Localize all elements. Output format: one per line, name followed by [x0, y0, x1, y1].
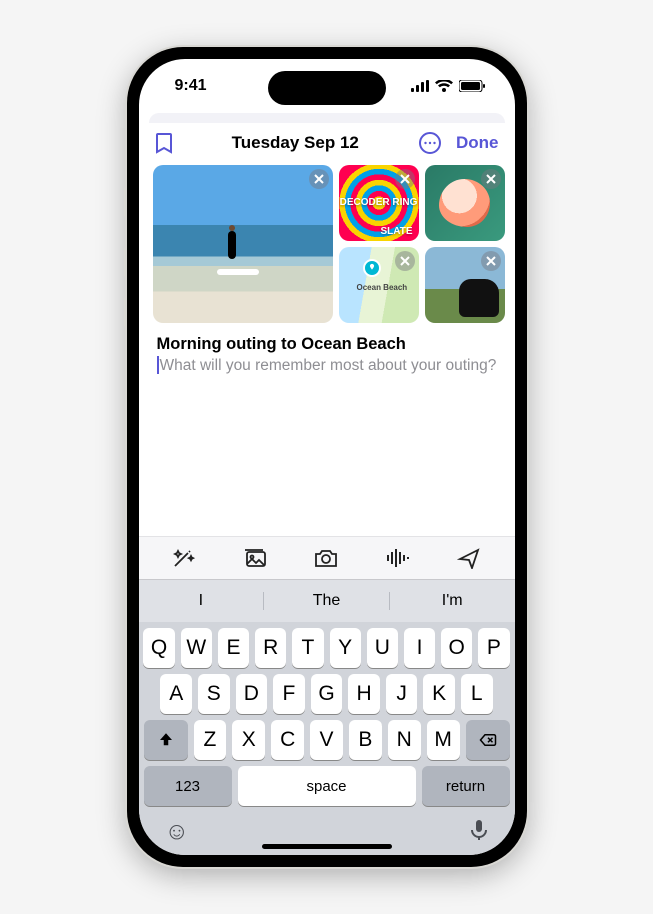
phone-frame: 9:41 Tuesday Sep 12 Done	[127, 47, 527, 867]
key-row: 123 space return	[139, 760, 515, 806]
map-pin-icon	[363, 259, 381, 277]
photo-stack-icon	[242, 547, 268, 569]
attachment-photo-dog[interactable]	[425, 247, 505, 323]
waveform-icon	[385, 547, 411, 569]
remove-attachment-button[interactable]	[395, 251, 415, 271]
predictive-suggestion[interactable]: I'm	[389, 592, 515, 610]
predictive-suggestion[interactable]: The	[263, 592, 389, 610]
letter-key[interactable]: Y	[330, 628, 361, 668]
entry-toolbar	[139, 536, 515, 580]
dynamic-island	[268, 71, 386, 105]
numbers-key[interactable]: 123	[144, 766, 232, 806]
more-button[interactable]	[418, 131, 442, 155]
close-icon	[400, 174, 410, 184]
entry-title: Morning outing to Ocean Beach	[157, 335, 497, 354]
keyboard: I The I'm QWERTYUIOP ASDFGHJKL ZXCVBNM 1…	[139, 580, 515, 855]
battery-icon	[459, 80, 485, 92]
sparkle-wand-icon	[172, 547, 196, 569]
letter-key[interactable]: Z	[194, 720, 227, 760]
predictive-bar: I The I'm	[139, 580, 515, 622]
wifi-icon	[435, 80, 453, 92]
entry-placeholder: What will you remember most about your o…	[157, 356, 497, 376]
letter-key[interactable]: X	[232, 720, 265, 760]
bookmark-button[interactable]	[155, 132, 173, 154]
suggestions-button[interactable]	[171, 547, 197, 569]
close-icon	[314, 174, 324, 184]
remove-attachment-button[interactable]	[309, 169, 329, 189]
shift-icon	[157, 731, 175, 749]
remove-attachment-button[interactable]	[481, 169, 501, 189]
emoji-button[interactable]: ☺	[165, 818, 190, 849]
background-sheet	[149, 113, 505, 123]
letter-key[interactable]: R	[255, 628, 286, 668]
done-button[interactable]: Done	[456, 133, 499, 153]
letter-key[interactable]: F	[273, 674, 305, 714]
cellular-icon	[411, 80, 429, 92]
mic-icon	[469, 818, 489, 842]
location-button[interactable]	[456, 547, 482, 569]
letter-key[interactable]: D	[236, 674, 268, 714]
backspace-icon	[479, 731, 497, 749]
home-indicator[interactable]	[262, 844, 392, 849]
attachment-photo-shell[interactable]	[425, 165, 505, 241]
nav-bar: Tuesday Sep 12 Done	[139, 123, 515, 165]
letter-key[interactable]: H	[348, 674, 380, 714]
photos-button[interactable]	[242, 547, 268, 569]
return-key[interactable]: return	[422, 766, 510, 806]
screen: 9:41 Tuesday Sep 12 Done	[139, 59, 515, 855]
letter-key[interactable]: L	[461, 674, 493, 714]
shift-key[interactable]	[144, 720, 188, 760]
key-row: ASDFGHJKL	[139, 668, 515, 714]
letter-key[interactable]: G	[311, 674, 343, 714]
nav-title: Tuesday Sep 12	[232, 133, 359, 153]
letter-key[interactable]: S	[198, 674, 230, 714]
close-icon	[486, 256, 496, 266]
remove-attachment-button[interactable]	[481, 251, 501, 271]
attachment-location-ocean-beach[interactable]: Ocean Beach	[339, 247, 419, 323]
text-cursor	[157, 356, 159, 374]
ellipsis-circle-icon	[418, 131, 442, 155]
letter-key[interactable]: B	[349, 720, 382, 760]
bookmark-icon	[155, 132, 173, 154]
letter-key[interactable]: C	[271, 720, 304, 760]
letter-key[interactable]: T	[292, 628, 323, 668]
close-icon	[486, 174, 496, 184]
audio-button[interactable]	[385, 547, 411, 569]
key-row: ZXCVBNM	[139, 714, 515, 760]
letter-key[interactable]: A	[160, 674, 192, 714]
backspace-key[interactable]	[466, 720, 510, 760]
predictive-suggestion[interactable]: I	[139, 592, 264, 610]
key-row: QWERTYUIOP	[139, 622, 515, 668]
space-key[interactable]: space	[238, 766, 416, 806]
attachments-grid: DECODER RING SLATE Ocean Beach	[139, 165, 515, 323]
letter-key[interactable]: E	[218, 628, 249, 668]
letter-key[interactable]: U	[367, 628, 398, 668]
letter-key[interactable]: P	[478, 628, 509, 668]
entry-text-area[interactable]: Morning outing to Ocean Beach What will …	[139, 323, 515, 384]
location-arrow-icon	[457, 547, 481, 569]
letter-key[interactable]: J	[386, 674, 418, 714]
camera-icon	[313, 547, 339, 569]
letter-key[interactable]: M	[427, 720, 460, 760]
status-icons	[411, 80, 485, 92]
letter-key[interactable]: N	[388, 720, 421, 760]
attachment-podcast-decoder-ring[interactable]: DECODER RING SLATE	[339, 165, 419, 241]
letter-key[interactable]: V	[310, 720, 343, 760]
close-icon	[400, 256, 410, 266]
camera-button[interactable]	[313, 547, 339, 569]
letter-key[interactable]: I	[404, 628, 435, 668]
status-time: 9:41	[175, 77, 207, 95]
dictation-button[interactable]	[469, 818, 489, 849]
remove-attachment-button[interactable]	[395, 169, 415, 189]
letter-key[interactable]: Q	[143, 628, 174, 668]
letter-key[interactable]: W	[181, 628, 212, 668]
letter-key[interactable]: K	[423, 674, 455, 714]
attachment-photo-beach[interactable]	[153, 165, 333, 323]
letter-key[interactable]: O	[441, 628, 472, 668]
